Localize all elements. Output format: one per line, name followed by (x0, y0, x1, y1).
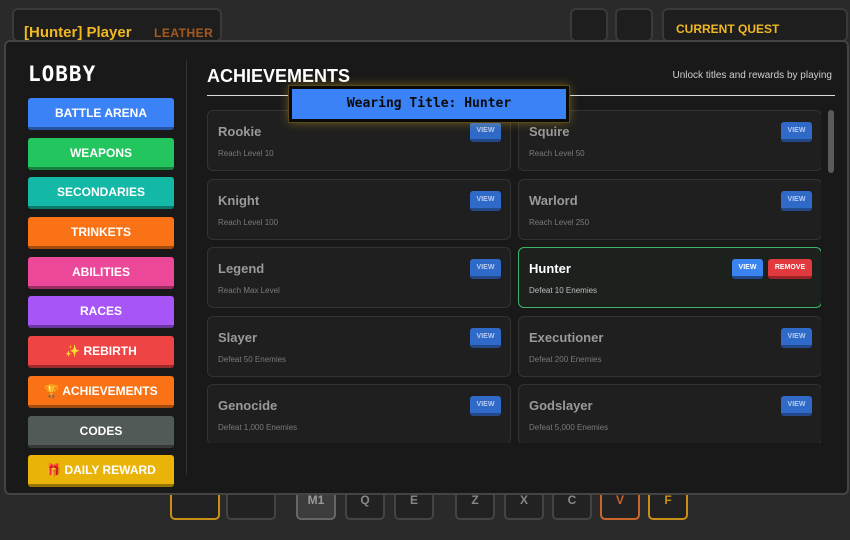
achievement-card-godslayer: Godslayer Defeat 5,000 Enemies VIEW (518, 384, 821, 443)
achievement-requirement: Defeat 200 Enemies (529, 354, 602, 364)
achievement-name: Legend (218, 261, 265, 276)
achievements-grid: Rookie Reach Level 10 VIEW Squire Reach Leve… (207, 110, 821, 443)
sound-button[interactable] (615, 8, 653, 42)
menu-button-races[interactable]: RACES (28, 296, 174, 329)
achievement-name: Hunter (529, 261, 571, 276)
achievement-name: Slayer (218, 329, 258, 345)
achievement-requirement: Reach Level 50 (529, 149, 585, 158)
achievement-requirement: Defeat 10 Enemies (529, 286, 598, 295)
achievement-requirement: Reach Level 100 (218, 217, 279, 227)
menu-button-daily-reward[interactable]: 🎁 DAILY REWARD (28, 455, 174, 488)
scrollbar-thumb[interactable] (828, 110, 834, 173)
achievement-name: Executioner (529, 329, 604, 345)
menu-button-weapons[interactable]: WEAPONS (28, 137, 174, 170)
menu-button-abilities[interactable]: ABILITIES (28, 256, 174, 289)
menu-button-achievements[interactable]: 🏆 ACHIEVEMENTS (28, 375, 174, 408)
achievement-requirement: Reach Level 10 (218, 149, 274, 158)
achievement-card-knight: Knight Reach Level 100 VIEW (207, 178, 511, 240)
menu-button-rebirth[interactable]: ✨ REBIRTH (28, 336, 174, 369)
menu-button-trinkets[interactable]: TRINKETS (28, 217, 174, 250)
achievements-subtitle: Unlock titles and rewards by playing (672, 70, 832, 81)
achievements-title: ACHIEVEMENTS (207, 66, 351, 86)
achievement-requirement: Reach Max Level (218, 286, 280, 295)
view-button[interactable]: VIEW (781, 122, 812, 142)
menu-button-codes[interactable]: CODES (28, 415, 174, 448)
achievement-card-hunter: Hunter Defeat 10 Enemies VIEW REMOVE (518, 247, 821, 308)
view-button[interactable]: VIEW (781, 396, 812, 416)
achievement-requirement: Defeat 50 Enemies (218, 354, 287, 364)
achievement-name: Squire (529, 124, 570, 139)
lobby-menu: BATTLE ARENA WEAPONS SECONDARIES TRINKETS AB… (28, 98, 174, 495)
achievement-requirement: Defeat 1,000 Enemies (218, 423, 298, 432)
view-button[interactable]: VIEW (781, 190, 812, 211)
achievement-name: Warlord (529, 192, 578, 208)
view-button[interactable]: VIEW (470, 190, 501, 211)
view-button[interactable]: VIEW (781, 327, 812, 348)
player-panel: [Hunter] Player LEATHER (12, 8, 222, 42)
menu-button-secondaries[interactable]: SECONDARIES (28, 177, 174, 210)
quest-title: CURRENT QUEST (676, 22, 780, 36)
achievement-name: Godslayer (529, 398, 593, 413)
view-button[interactable]: VIEW (470, 396, 501, 416)
quest-panel: CURRENT QUEST (662, 8, 848, 42)
achievement-name: Genocide (218, 398, 278, 413)
achievement-requirement: Defeat 5,000 Enemies (529, 423, 609, 432)
achievement-card-warlord: Warlord Reach Level 250 VIEW (518, 178, 821, 240)
sidebar-divider (186, 60, 187, 475)
achievement-name: Rookie (218, 124, 262, 139)
lobby-title: LOBBY (28, 62, 97, 86)
remove-button[interactable]: REMOVE (768, 259, 812, 279)
achievement-card-genocide: Genocide Defeat 1,000 Enemies VIEW (207, 384, 511, 443)
achievement-card-executioner: Executioner Defeat 200 Enemies VIEW (518, 315, 821, 377)
menu-button-battle-arena[interactable]: BATTLE ARENA (28, 98, 174, 130)
view-button[interactable]: VIEW (470, 327, 501, 348)
view-button[interactable]: VIEW (470, 259, 501, 279)
achievement-card-legend: Legend Reach Max Level VIEW (207, 247, 511, 308)
achievement-requirement: Reach Level 250 (529, 217, 590, 227)
wearing-title-toast: Wearing Title: Hunter (288, 85, 570, 123)
achievement-name: Knight (218, 192, 260, 208)
achievement-card-slayer: Slayer Defeat 50 Enemies VIEW (207, 315, 511, 377)
moon-button[interactable] (570, 8, 608, 42)
player-name: [Hunter] Player (24, 24, 132, 41)
view-button[interactable]: VIEW (470, 122, 501, 142)
view-button[interactable]: VIEW (732, 259, 763, 279)
player-class: LEATHER (154, 26, 214, 40)
